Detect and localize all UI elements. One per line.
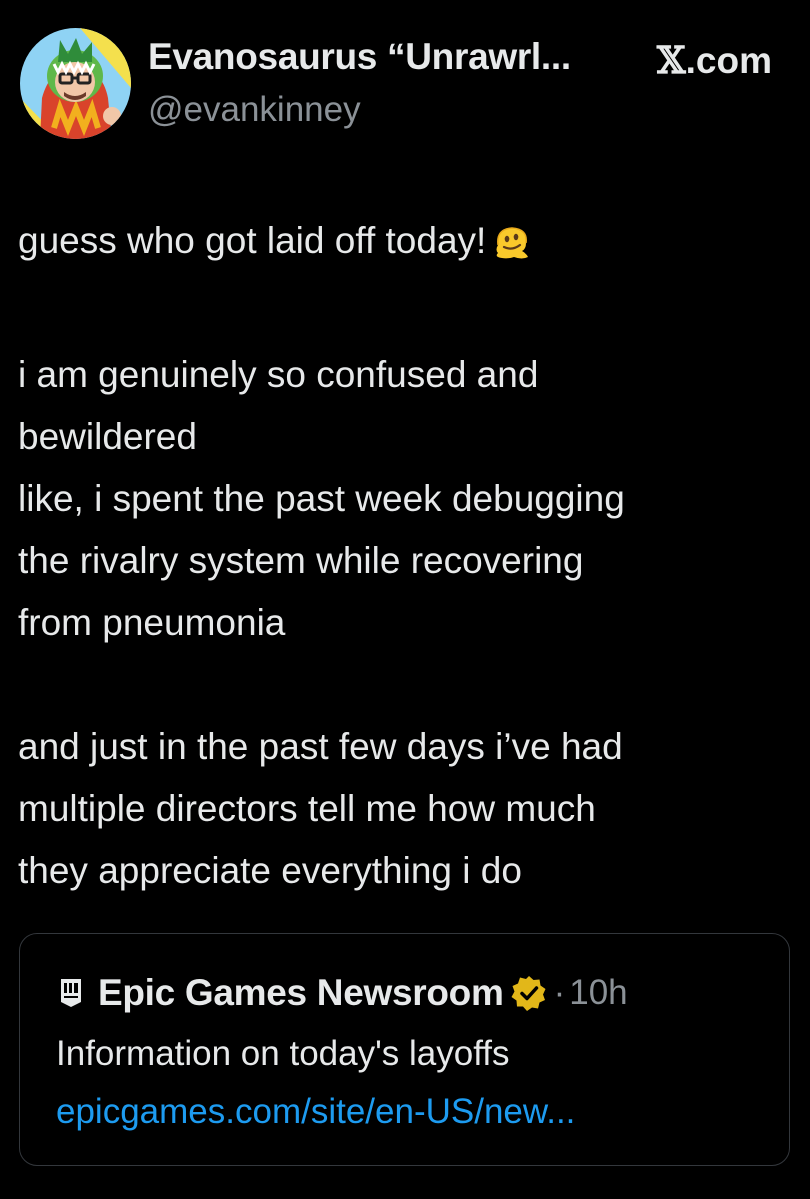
quoted-author-name[interactable]: Epic Games Newsroom bbox=[98, 972, 504, 1014]
tweet-line: and just in the past few days i’ve had bbox=[18, 726, 623, 767]
quoted-tweet-header: Epic Games Newsroom · 10h bbox=[60, 972, 628, 1014]
tweet-line: like, i spent the past week debugging bbox=[18, 478, 625, 519]
tweet-line: i am genuinely so confused and bbox=[18, 354, 539, 395]
melting-face-emoji-icon bbox=[492, 220, 532, 282]
tweet-line: from pneumonia bbox=[18, 602, 286, 643]
tweet-line: the rivalry system while recovering bbox=[18, 540, 584, 581]
tweet-line-text: guess who got laid off today! bbox=[18, 220, 487, 261]
tweet-line: guess who got laid off today! bbox=[18, 210, 790, 282]
brand-suffix: .com bbox=[685, 40, 772, 81]
quoted-tweet-card[interactable]: Epic Games Newsroom · 10h Information on… bbox=[19, 933, 790, 1166]
tweet-header: Evanosaurus “Unrawrl... @evankinney 𝕏.co… bbox=[20, 22, 790, 142]
dinosaur-costume-avatar-icon bbox=[20, 28, 131, 139]
x-com-brand: 𝕏.com bbox=[657, 38, 772, 82]
verified-badge-icon bbox=[510, 974, 548, 1012]
tweet-line: bewildered bbox=[18, 416, 197, 457]
tweet-line: multiple directors tell me how much bbox=[18, 788, 596, 829]
quoted-tweet-text: Information on today's layoffs bbox=[56, 1034, 510, 1073]
quoted-tweet-link[interactable]: epicgames.com/site/en-US/new... bbox=[56, 1092, 575, 1132]
display-name[interactable]: Evanosaurus “Unrawrl... bbox=[148, 36, 571, 78]
tweet-line: they appreciate everything i do bbox=[18, 850, 522, 891]
x-logo-icon: 𝕏 bbox=[656, 38, 686, 82]
meta-separator: · bbox=[553, 973, 566, 1012]
tweet-paragraph-3: and just in the past few days i’ve had m… bbox=[18, 716, 790, 902]
tweet-paragraph-2: i am genuinely so confused and bewildere… bbox=[18, 344, 790, 654]
tweet-paragraph-1: guess who got laid off today! bbox=[18, 210, 790, 282]
user-handle[interactable]: @evankinney bbox=[148, 90, 361, 130]
tweet-text: guess who got laid off today! i am genui… bbox=[18, 210, 790, 902]
epic-games-logo-icon[interactable] bbox=[60, 978, 82, 1008]
quoted-timestamp[interactable]: 10h bbox=[569, 973, 627, 1013]
user-avatar[interactable] bbox=[20, 28, 131, 139]
